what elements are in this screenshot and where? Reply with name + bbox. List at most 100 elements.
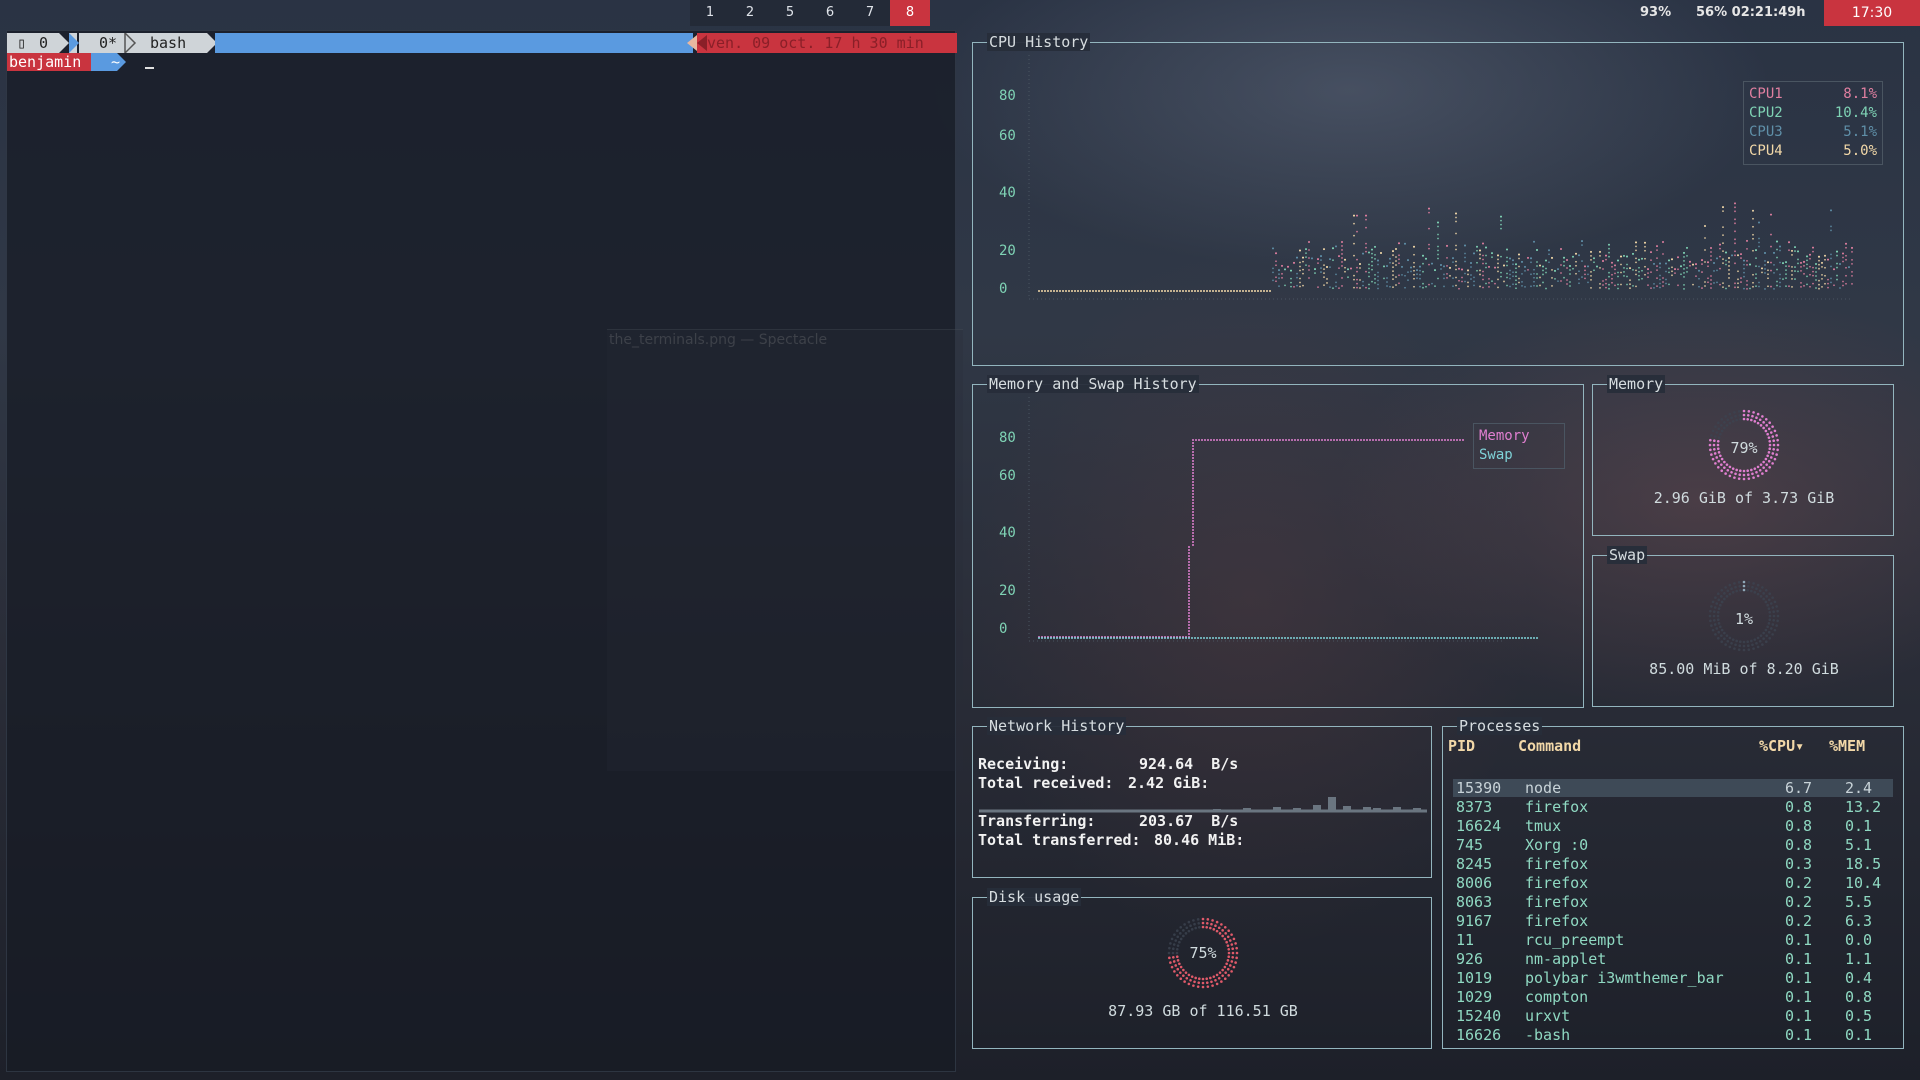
memory-gauge — [1708, 409, 1780, 481]
process-command: nm-applet — [1525, 950, 1607, 968]
memswap-legend: Memory Swap — [1473, 423, 1565, 469]
memory-panel: Memory 79% 2.96 GiB of 3.73 GiB — [1592, 375, 1894, 536]
processes-title: Processes — [1457, 717, 1543, 735]
cpu-column-header[interactable]: %CPU▾ — [1759, 737, 1804, 755]
top-bar: 125678 93% 56% 02:21:49h 17:30 — [0, 0, 1920, 26]
process-pid: 15390 — [1456, 779, 1502, 797]
process-mem: 13.2 — [1845, 798, 1882, 816]
tmux-status-bar: ▯ 0 0* bash ven. 09 oct. 17 h 30 min — [7, 33, 957, 53]
process-command: firefox — [1525, 893, 1589, 911]
shell-prompt[interactable]: benjamin ~ — [7, 53, 154, 71]
tmux-window-index[interactable]: 0* — [99, 33, 117, 53]
processes-panel: Processes PID Command %CPU▾ %MEM 15390 no… — [1442, 717, 1904, 1049]
prompt-dir: ~ — [111, 53, 121, 71]
process-mem: 5.5 — [1845, 893, 1873, 911]
process-pid: 9167 — [1456, 912, 1493, 930]
process-command: Xorg :0 — [1525, 836, 1589, 854]
process-cpu: 0.1 — [1785, 950, 1813, 968]
process-row[interactable]: 16626 -bash 0.1 0.1 — [1453, 1026, 1893, 1044]
memory-series-line — [1038, 439, 1464, 638]
pid-column-header[interactable]: PID — [1448, 737, 1475, 755]
process-cpu: 0.2 — [1785, 912, 1813, 930]
tmux-session-icon: ▯ — [17, 34, 36, 52]
tmux-window-name[interactable]: bash — [150, 33, 186, 53]
process-mem: 0.5 — [1845, 1007, 1873, 1025]
disk-detail: 87.93 GB of 116.51 GB — [1108, 1002, 1298, 1020]
spectacle-ghost-window: the_terminals.png — Spectacle — [607, 329, 963, 771]
process-command: firefox — [1525, 798, 1589, 816]
process-pid: 1019 — [1456, 969, 1493, 987]
process-mem: 6.3 — [1845, 912, 1873, 930]
process-pid: 8063 — [1456, 893, 1493, 911]
process-row[interactable]: 8006 firefox 0.2 10.4 — [1453, 874, 1893, 892]
process-row[interactable]: 8373 firefox 0.8 13.2 — [1453, 798, 1893, 816]
process-cpu: 0.2 — [1785, 893, 1813, 911]
disk-usage-panel: Disk usage 75% 87.93 GB of 116.51 GB — [972, 888, 1432, 1049]
memswap-history-panel: Memory and Swap History 80 60 40 20 0 Memory… — [972, 375, 1584, 708]
workspace-1[interactable]: 1 — [690, 0, 730, 26]
volume-indicator[interactable]: 93% — [1640, 0, 1671, 26]
workspace-switcher: 125678 — [690, 0, 930, 26]
process-command: tmux — [1525, 817, 1562, 835]
process-row[interactable]: 1019 polybar i3wmthemer_bar 0.1 0.4 — [1453, 969, 1893, 987]
cpu-legend-item: CPU4 5.0% — [1749, 142, 1877, 161]
swap-percent: 1% — [1734, 610, 1754, 628]
cpu-legend: CPU1 8.1% CPU2 10.4% CPU3 5.1% CPU4 5.0% — [1743, 81, 1883, 165]
process-command: compton — [1525, 988, 1589, 1006]
process-mem: 0.4 — [1845, 969, 1873, 987]
process-mem: 5.1 — [1845, 836, 1873, 854]
command-column-header[interactable]: Command — [1518, 737, 1581, 755]
memory-detail: 2.96 GiB of 3.73 GiB — [1653, 489, 1835, 507]
process-row[interactable]: 15390 node 6.7 2.4 — [1453, 779, 1893, 797]
memswap-legend-item: Swap — [1479, 447, 1513, 463]
process-command: urxvt — [1525, 1007, 1571, 1025]
process-mem: 1.1 — [1845, 950, 1873, 968]
workspace-5[interactable]: 5 — [770, 0, 810, 26]
cpu-legend-name: CPU1 — [1749, 86, 1783, 102]
network-history-title: Network History — [987, 717, 1127, 735]
cpu-legend-name: CPU2 — [1749, 105, 1783, 121]
receiving-label: Receiving: — [978, 755, 1069, 773]
process-command: firefox — [1525, 912, 1589, 930]
process-command: polybar i3wmthemer_bar — [1525, 969, 1724, 987]
process-command: -bash — [1525, 1026, 1571, 1044]
process-pid: 11 — [1456, 931, 1475, 949]
process-cpu: 0.2 — [1785, 874, 1813, 892]
process-row[interactable]: 15240 urxvt 0.1 0.5 — [1453, 1007, 1893, 1025]
text-cursor — [137, 53, 154, 71]
process-pid: 1029 — [1456, 988, 1493, 1006]
process-row[interactable]: 8063 firefox 0.2 5.5 — [1453, 893, 1893, 911]
clock[interactable]: 17:30 — [1824, 0, 1920, 26]
workspace-8[interactable]: 8 — [890, 0, 930, 26]
process-row[interactable]: 745 Xorg :0 0.8 5.1 — [1453, 836, 1893, 854]
process-pid: 926 — [1456, 950, 1484, 968]
network-history-panel: Network History Receiving: 924.64 B/s To… — [972, 717, 1432, 878]
cpu-legend-name: CPU3 — [1749, 124, 1783, 140]
swap-gauge — [1708, 580, 1780, 652]
disk-percent: 75% — [1189, 944, 1217, 962]
mem-column-header[interactable]: %MEM — [1829, 737, 1865, 755]
workspace-2[interactable]: 2 — [730, 0, 770, 26]
prompt-user: benjamin — [9, 53, 82, 71]
process-pid: 16626 — [1456, 1026, 1502, 1044]
workspace-6[interactable]: 6 — [810, 0, 850, 26]
process-mem: 10.4 — [1845, 874, 1882, 892]
workspace-7[interactable]: 7 — [850, 0, 890, 26]
total-transferred-value: 80.46 MiB: — [1154, 831, 1245, 849]
process-cpu: 0.1 — [1785, 988, 1813, 1006]
terminal-window[interactable]: ▯ 0 0* bash ven. 09 oct. 17 h 30 min ben… — [6, 30, 963, 1072]
process-row[interactable]: 9167 firefox 0.2 6.3 — [1453, 912, 1893, 930]
ghost-window-title: the_terminals.png — Spectacle — [609, 332, 828, 348]
battery-indicator[interactable]: 56% 02:21:49h — [1696, 0, 1806, 26]
cpu-legend-value: 8.1% — [1843, 86, 1877, 102]
process-pid: 15240 — [1456, 1007, 1502, 1025]
process-row[interactable]: 16624 tmux 0.8 0.1 — [1453, 817, 1893, 835]
cpu-legend-name: CPU4 — [1749, 143, 1783, 159]
tmux-date: ven. 09 oct. 17 h 30 min — [707, 34, 924, 52]
process-row[interactable]: 1029 compton 0.1 0.8 — [1453, 988, 1893, 1006]
process-row[interactable]: 8245 firefox 0.3 18.5 — [1453, 855, 1893, 873]
process-row[interactable]: 11 rcu_preempt 0.1 0.0 — [1453, 931, 1893, 949]
cpu-legend-value: 10.4% — [1834, 105, 1877, 121]
swap-series-line — [1038, 637, 1538, 639]
process-row[interactable]: 926 nm-applet 0.1 1.1 — [1453, 950, 1893, 968]
